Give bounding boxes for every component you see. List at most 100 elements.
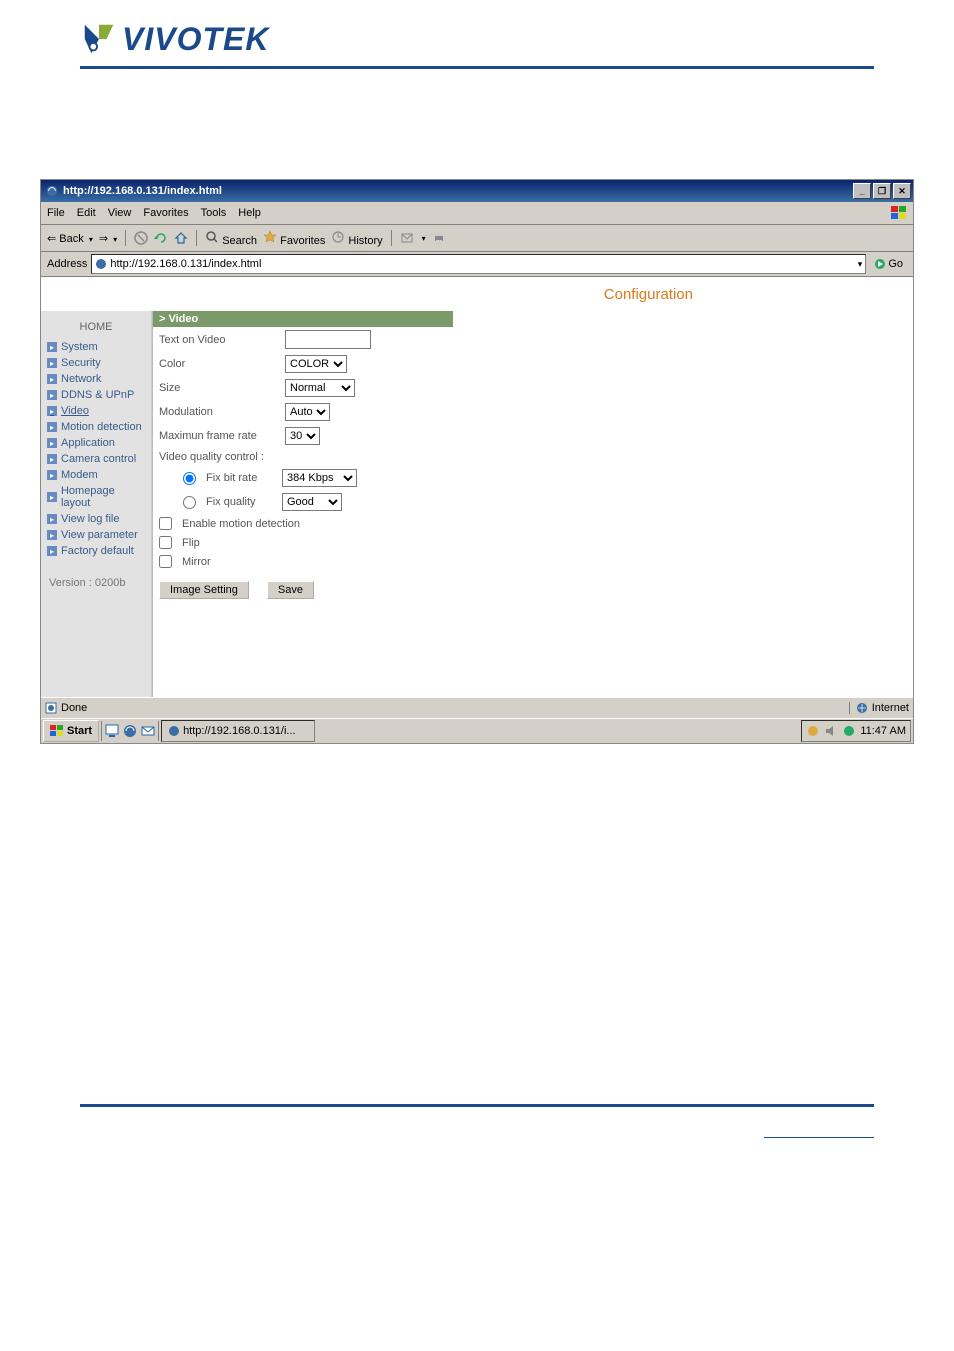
search-button[interactable]: Search bbox=[205, 230, 257, 247]
ql-desktop-icon[interactable] bbox=[104, 723, 120, 739]
sidebar-item-ddns-upnp[interactable]: ▸DDNS & UPnP bbox=[41, 387, 151, 403]
status-internet: Internet bbox=[872, 702, 909, 714]
sidebar-item-modem[interactable]: ▸Modem bbox=[41, 467, 151, 483]
fix-bit-rate-radio[interactable] bbox=[183, 472, 196, 485]
ie-icon bbox=[45, 184, 59, 198]
statusbar: Done Internet bbox=[41, 697, 913, 718]
address-field[interactable]: http://192.168.0.131/index.html ▾ bbox=[91, 254, 866, 274]
sidebar-item-camera-control[interactable]: ▸Camera control bbox=[41, 451, 151, 467]
forward-button[interactable]: ⇒ ▾ bbox=[99, 232, 117, 245]
sidebar-item-system[interactable]: ▸System bbox=[41, 339, 151, 355]
print-icon[interactable] bbox=[432, 231, 446, 245]
mirror-checkbox[interactable] bbox=[159, 555, 172, 568]
addressbar: Address http://192.168.0.131/index.html … bbox=[41, 252, 913, 277]
windows-flag-icon bbox=[891, 206, 907, 220]
modulation-select[interactable]: Auto bbox=[285, 403, 330, 421]
sidebar-item-view-parameter[interactable]: ▸View parameter bbox=[41, 527, 151, 543]
ie-page-icon bbox=[95, 258, 107, 270]
fix-bit-rate-select[interactable]: 384 Kbps bbox=[282, 469, 357, 487]
sidebar-item-security[interactable]: ▸Security bbox=[41, 355, 151, 371]
stop-icon[interactable] bbox=[134, 231, 148, 245]
image-setting-button[interactable]: Image Setting bbox=[159, 581, 249, 599]
quick-launch bbox=[101, 721, 159, 741]
top-divider bbox=[80, 66, 874, 69]
sidebar-item-video[interactable]: ▸Video bbox=[41, 403, 151, 419]
maximize-button[interactable]: ❐ bbox=[873, 183, 891, 199]
sidebar-item-factory-default[interactable]: ▸Factory default bbox=[41, 543, 151, 559]
go-button[interactable]: Go bbox=[870, 258, 907, 270]
color-label: Color bbox=[159, 358, 279, 370]
vivotek-logo: VIVOTEK bbox=[80, 20, 954, 58]
favorites-icon bbox=[263, 230, 277, 244]
main-panel: > Video Text on Video Color COLOR Size N… bbox=[152, 311, 913, 697]
close-button[interactable]: ✕ bbox=[893, 183, 911, 199]
toolbar: ⇐ Back ▾ ⇒ ▾ Search Favorites History ▾ bbox=[41, 225, 913, 252]
sidebar-item-motion[interactable]: ▸Motion detection bbox=[41, 419, 151, 435]
history-icon bbox=[331, 230, 345, 244]
home-icon[interactable] bbox=[174, 231, 188, 245]
modulation-label: Modulation bbox=[159, 406, 279, 418]
task-ie-icon bbox=[168, 725, 180, 737]
mirror-label: Mirror bbox=[182, 556, 211, 568]
menu-edit[interactable]: Edit bbox=[77, 207, 96, 219]
start-button[interactable]: Start bbox=[43, 720, 99, 742]
tray-icon-3[interactable] bbox=[842, 724, 856, 738]
config-title: Configuration bbox=[604, 286, 693, 303]
fix-quality-radio[interactable] bbox=[183, 496, 196, 509]
favorites-button[interactable]: Favorites bbox=[263, 230, 325, 247]
menubar: File Edit View Favorites Tools Help bbox=[41, 202, 913, 225]
fix-quality-label: Fix quality bbox=[206, 496, 276, 508]
browser-window: http://192.168.0.131/index.html _ ❐ ✕ Fi… bbox=[40, 179, 914, 744]
tray-clock: 11:47 AM bbox=[860, 725, 906, 737]
taskbar-task-ie[interactable]: http://192.168.0.131/i... bbox=[161, 720, 315, 742]
sidebar-item-network[interactable]: ▸Network bbox=[41, 371, 151, 387]
go-icon bbox=[874, 258, 886, 270]
flip-checkbox[interactable] bbox=[159, 536, 172, 549]
footer-link-rule bbox=[764, 1137, 874, 1138]
history-button[interactable]: History bbox=[331, 230, 382, 247]
section-heading: > Video bbox=[153, 311, 453, 327]
minimize-button[interactable]: _ bbox=[853, 183, 871, 199]
sidebar: HOME ▸System ▸Security ▸Network ▸DDNS & … bbox=[41, 311, 152, 697]
text-on-video-input[interactable] bbox=[285, 330, 371, 349]
sidebar-item-application[interactable]: ▸Application bbox=[41, 435, 151, 451]
system-tray: 11:47 AM bbox=[801, 720, 911, 742]
sidebar-item-view-log[interactable]: ▸View log file bbox=[41, 511, 151, 527]
menu-favorites[interactable]: Favorites bbox=[143, 207, 188, 219]
mail-icon[interactable] bbox=[400, 231, 414, 245]
text-on-video-label: Text on Video bbox=[159, 334, 279, 346]
ql-outlook-icon[interactable] bbox=[140, 723, 156, 739]
back-button[interactable]: ⇐ Back ▾ bbox=[47, 232, 93, 245]
menu-view[interactable]: View bbox=[108, 207, 132, 219]
fix-quality-select[interactable]: Good bbox=[282, 493, 342, 511]
logo-text: VIVOTEK bbox=[122, 21, 269, 58]
tray-icon-1[interactable] bbox=[806, 724, 820, 738]
window-title: http://192.168.0.131/index.html bbox=[63, 185, 222, 197]
sidebar-home[interactable]: HOME bbox=[41, 317, 151, 339]
enable-motion-label: Enable motion detection bbox=[182, 518, 300, 530]
vqc-label: Video quality control : bbox=[159, 451, 264, 463]
menu-file[interactable]: File bbox=[47, 207, 65, 219]
fix-bit-rate-label: Fix bit rate bbox=[206, 472, 276, 484]
version-label: Version : 0200b bbox=[41, 559, 151, 589]
save-button[interactable]: Save bbox=[267, 581, 314, 599]
size-label: Size bbox=[159, 382, 279, 394]
flip-label: Flip bbox=[182, 537, 200, 549]
tray-volume-icon[interactable] bbox=[824, 724, 838, 738]
addr-dropdown-icon[interactable]: ▾ bbox=[858, 259, 863, 270]
menu-help[interactable]: Help bbox=[238, 207, 261, 219]
refresh-icon[interactable] bbox=[154, 231, 168, 245]
enable-motion-checkbox[interactable] bbox=[159, 517, 172, 530]
ql-ie-icon[interactable] bbox=[122, 723, 138, 739]
page-content: Configuration HOME ▸System ▸Security ▸Ne… bbox=[41, 277, 913, 697]
color-select[interactable]: COLOR bbox=[285, 355, 347, 373]
config-header: Configuration bbox=[41, 277, 913, 311]
page-header: VIVOTEK bbox=[0, 0, 954, 58]
titlebar: http://192.168.0.131/index.html _ ❐ ✕ bbox=[41, 180, 913, 202]
sidebar-item-homepage-layout[interactable]: ▸Homepage layout bbox=[41, 483, 151, 511]
menu-tools[interactable]: Tools bbox=[201, 207, 227, 219]
video-config-form: > Video Text on Video Color COLOR Size N… bbox=[152, 311, 453, 697]
max-frame-select[interactable]: 30 bbox=[285, 427, 320, 445]
size-select[interactable]: Normal bbox=[285, 379, 355, 397]
status-done: Done bbox=[61, 702, 87, 714]
